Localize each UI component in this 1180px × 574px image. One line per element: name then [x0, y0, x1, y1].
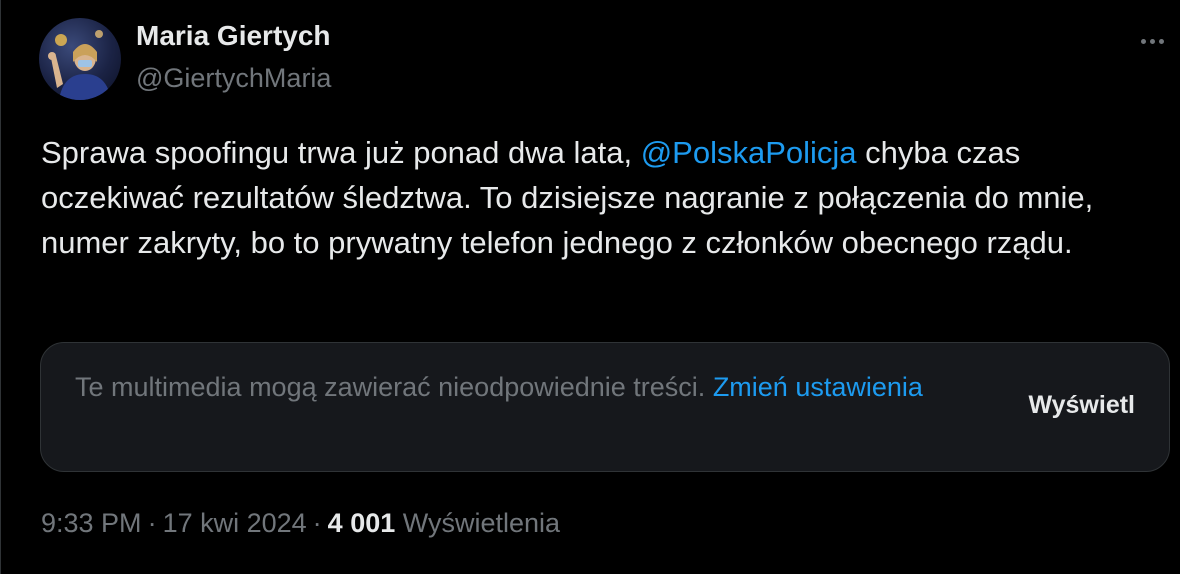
ellipsis-icon [1139, 31, 1166, 49]
tweet-text-part1: Sprawa spoofingu trwa już ponad dwa lata… [41, 135, 641, 170]
change-settings-link[interactable]: Zmień ustawienia [713, 372, 923, 402]
show-media-button[interactable]: Wyświetl [1028, 391, 1135, 420]
mention-link[interactable]: @PolskaPolicja [641, 135, 857, 170]
views-label: Wyświetlenia [402, 508, 561, 538]
meta-separator: · [147, 508, 157, 538]
author-avatar[interactable] [39, 18, 121, 100]
tweet-date[interactable]: 17 kwi 2024 [163, 508, 307, 538]
tweet-time[interactable]: 9:33 PM [41, 508, 142, 538]
warning-message: Te multimedia mogą zawierać nieodpowiedn… [75, 372, 713, 402]
avatar-photo-icon [48, 30, 111, 100]
more-options-button[interactable] [1134, 26, 1170, 54]
tweet-card: Maria Giertych @GiertychMaria Sprawa spo… [0, 0, 1180, 574]
warning-text: Te multimedia mogą zawierać nieodpowiedn… [75, 367, 935, 408]
sensitive-media-warning: Te multimedia mogą zawierać nieodpowiedn… [40, 342, 1170, 472]
tweet-metadata: 9:33 PM · 17 kwi 2024 · 4 001 Wyświetlenia [41, 508, 560, 539]
author-name[interactable]: Maria Giertych [136, 20, 331, 52]
author-handle[interactable]: @GiertychMaria [136, 63, 331, 94]
meta-separator: · [312, 508, 322, 538]
tweet-text: Sprawa spoofingu trwa już ponad dwa lata… [41, 130, 1151, 265]
views-count: 4 001 [327, 508, 396, 538]
